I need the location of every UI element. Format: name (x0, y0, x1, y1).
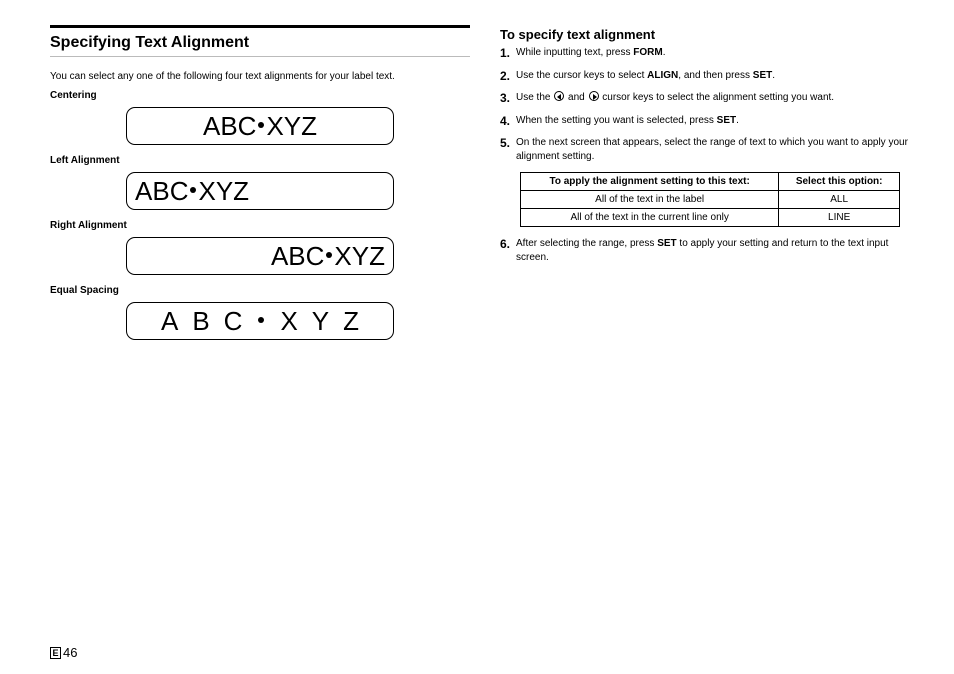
glyph: A (135, 176, 152, 207)
label-text: ABC XYZ (154, 306, 366, 337)
alignment-samples: CenteringABCXYZLeft AlignmentABCXYZRight… (50, 90, 470, 340)
glyph: B (220, 111, 237, 142)
glyph: Z (343, 306, 359, 337)
dot-icon (258, 317, 264, 323)
glyph: Z (233, 176, 249, 207)
keyword: ALIGN (647, 70, 678, 81)
table-row: All of the text in the current line only… (521, 209, 900, 227)
step-number: 1. (500, 45, 510, 61)
step-text: Use the (516, 92, 553, 103)
keyword: SET (753, 70, 772, 81)
step-number: 4. (500, 113, 510, 129)
glyph: C (170, 176, 189, 207)
right-column: To specify text alignment 1. While inputt… (500, 25, 920, 664)
step-number: 5. (500, 135, 510, 151)
range-table: To apply the alignment setting to this t… (520, 172, 900, 227)
dot-icon (258, 122, 264, 128)
step-text: While inputting text, press (516, 47, 633, 58)
glyph: C (224, 306, 243, 337)
glyph: A (271, 241, 288, 272)
section-rule (50, 25, 470, 28)
glyph: Y (284, 111, 301, 142)
table-cell: All of the text in the current line only (521, 209, 779, 227)
step-number: 6. (500, 236, 510, 252)
step-text: , and then press (678, 70, 753, 81)
step: 1. While inputting text, press FORM. (500, 46, 920, 60)
table-header: To apply the alignment setting to this t… (521, 173, 779, 191)
sample-box-wrap: ABCXYZ (50, 107, 470, 145)
step: 6.After selecting the range, press SET t… (500, 237, 920, 264)
label-text: ABCXYZ (271, 241, 385, 272)
glyph: C (306, 241, 325, 272)
step-text: Use the cursor keys to select (516, 70, 647, 81)
procedure-steps: 1. While inputting text, press FORM. 2. Use… (500, 46, 920, 264)
dot-icon (326, 252, 332, 258)
intro-text: You can select any one of the following … (50, 71, 470, 82)
label-text: ABCXYZ (135, 176, 249, 207)
label-preview: ABCXYZ (126, 107, 394, 145)
sample-box-wrap: ABCXYZ (50, 172, 470, 210)
section-title: Specifying Text Alignment (50, 34, 470, 52)
table-row: To apply the alignment setting to this t… (521, 173, 900, 191)
step-number: 3. (500, 90, 510, 106)
table-header: Select this option: (779, 173, 900, 191)
glyph: Z (369, 241, 385, 272)
dot-icon (190, 187, 196, 193)
page-number: E 46 (50, 645, 77, 660)
glyph: Y (216, 176, 233, 207)
step-text: On the next screen that appears, select … (516, 137, 908, 162)
sample-box-wrap: ABCXYZ (50, 237, 470, 275)
step: 4. When the setting you want is selected,… (500, 114, 920, 128)
glyph: A (161, 306, 178, 337)
keyword: SET (657, 238, 676, 249)
cursor-right-icon (589, 91, 599, 101)
step-text: After selecting the range, press (516, 238, 657, 249)
glyph: Z (301, 111, 317, 142)
glyph: A (203, 111, 220, 142)
keyword: SET (717, 115, 736, 126)
page: Specifying Text Alignment You can select… (0, 0, 954, 674)
step-text: and (565, 92, 587, 103)
label-text: ABCXYZ (203, 111, 317, 142)
glyph: B (192, 306, 209, 337)
step-text: cursor keys to select the alignment sett… (600, 92, 835, 103)
step: 3. Use the and cursor keys to select the … (500, 91, 920, 105)
label-preview: ABCXYZ (126, 172, 394, 210)
glyph: X (198, 176, 215, 207)
step-number: 2. (500, 68, 510, 84)
left-column: Specifying Text Alignment You can select… (50, 25, 470, 664)
keyword: FORM (633, 47, 662, 58)
range-table-wrap: To apply the alignment setting to this t… (500, 172, 920, 227)
sample-label: Right Alignment (50, 220, 470, 231)
sample-box-wrap: ABC XYZ (50, 302, 470, 340)
sample-label: Equal Spacing (50, 285, 470, 296)
section-subrule (50, 56, 470, 57)
step-text: . (663, 47, 666, 58)
table-cell: LINE (779, 209, 900, 227)
glyph: B (152, 176, 169, 207)
table-cell: ALL (779, 191, 900, 209)
step-text: When the setting you want is selected, p… (516, 115, 717, 126)
label-preview: ABCXYZ (126, 237, 394, 275)
lang-indicator: E (50, 647, 61, 659)
sample-label: Centering (50, 90, 470, 101)
glyph: X (334, 241, 351, 272)
glyph: X (280, 306, 297, 337)
glyph: X (266, 111, 283, 142)
page-num-value: 46 (63, 645, 77, 660)
cursor-left-icon (554, 91, 564, 101)
glyph: Y (352, 241, 369, 272)
step-text: . (772, 70, 775, 81)
step: 2. Use the cursor keys to select ALIGN, a… (500, 69, 920, 83)
procedure-title: To specify text alignment (500, 27, 920, 42)
label-preview: ABC XYZ (126, 302, 394, 340)
table-row: All of the text in the labelALL (521, 191, 900, 209)
glyph: Y (312, 306, 329, 337)
glyph: C (238, 111, 257, 142)
step: 5. On the next screen that appears, selec… (500, 136, 920, 163)
sample-label: Left Alignment (50, 155, 470, 166)
step-text: . (736, 115, 739, 126)
table-cell: All of the text in the label (521, 191, 779, 209)
glyph: B (288, 241, 305, 272)
